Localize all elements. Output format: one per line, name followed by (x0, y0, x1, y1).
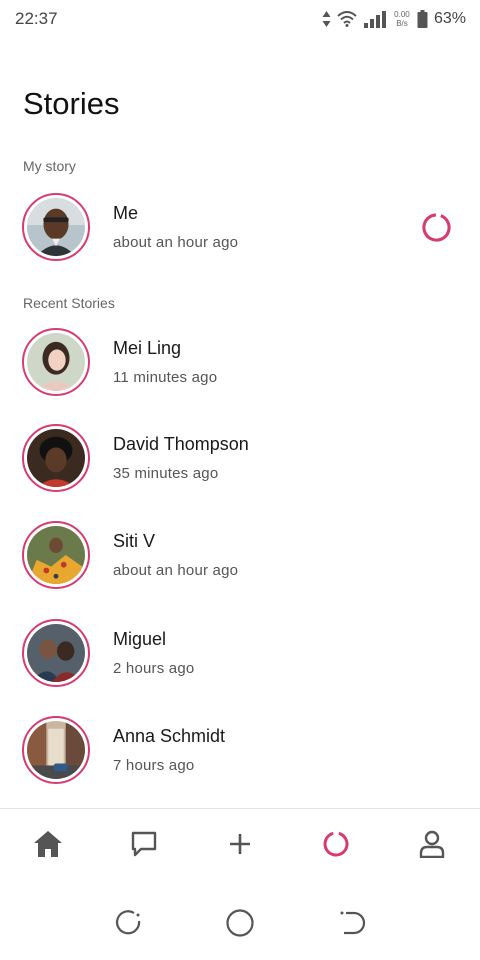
nav-add[interactable] (215, 822, 265, 872)
nav-profile[interactable] (407, 822, 457, 872)
list-item[interactable]: Mei Ling 11 minutes ago (0, 328, 480, 408)
story-name: David Thompson (113, 434, 249, 454)
status-time: 22:37 (15, 9, 58, 28)
list-item[interactable]: Anna Schmidt 7 hours ago (0, 716, 480, 796)
system-back-button[interactable] (332, 905, 372, 945)
list-item[interactable]: Siti V about an hour ago (0, 521, 480, 601)
signal-icon (363, 10, 387, 28)
list-item[interactable]: David Thompson 35 minutes ago (0, 424, 480, 504)
story-time: 11 minutes ago (113, 369, 218, 386)
my-story-row[interactable]: Me about an hour ago (0, 193, 480, 273)
story-name: Me (113, 203, 139, 223)
back-icon[interactable] (338, 909, 366, 942)
home-icon[interactable] (33, 830, 63, 863)
story-time: 2 hours ago (113, 660, 195, 677)
story-name: Mei Ling (113, 338, 182, 358)
page-title: Stories (23, 86, 120, 121)
net-speed: 0.00 B/s (393, 10, 411, 28)
chat-icon[interactable] (130, 830, 158, 863)
avatar-photo-me (27, 198, 85, 256)
avatar[interactable] (22, 521, 90, 589)
avatar[interactable] (22, 424, 90, 492)
avatar-photo (27, 526, 85, 584)
system-nav (0, 890, 480, 960)
net-speed-unit: B/s (396, 19, 408, 28)
nav-chat[interactable] (119, 822, 169, 872)
system-home-button[interactable] (220, 905, 260, 945)
story-time: about an hour ago (113, 562, 239, 579)
net-speed-value: 0.00 (394, 10, 410, 19)
story-name: Siti V (113, 531, 156, 551)
avatar[interactable] (22, 193, 90, 261)
story-time: 7 hours ago (113, 757, 195, 774)
add-icon[interactable] (228, 832, 252, 861)
recent-apps-button[interactable] (108, 905, 148, 945)
battery-percent: 63% (433, 10, 466, 27)
avatar[interactable] (22, 619, 90, 687)
recent-stories-section-label: Recent Stories (23, 295, 115, 311)
recent-apps-icon[interactable] (114, 909, 142, 942)
list-item[interactable]: Miguel 2 hours ago (0, 619, 480, 699)
home-circle-icon[interactable] (225, 908, 255, 943)
story-name: Anna Schmidt (113, 726, 226, 746)
story-time: 35 minutes ago (113, 465, 219, 482)
avatar[interactable] (22, 716, 90, 784)
avatar-photo (27, 624, 85, 682)
wifi-icon (337, 11, 357, 27)
story-progress-ring-icon (421, 212, 452, 243)
status-bar: 22:37 0.00 B/s 63% (0, 0, 480, 38)
avatar[interactable] (22, 328, 90, 396)
story-time: about an hour ago (113, 234, 239, 251)
story-name: Miguel (113, 629, 167, 649)
avatar-photo (27, 721, 85, 779)
avatar-photo (27, 429, 85, 487)
profile-icon[interactable] (419, 830, 445, 863)
battery-icon (417, 10, 428, 28)
status-icons: 0.00 B/s 63% (322, 10, 466, 28)
nav-home[interactable] (23, 822, 73, 872)
avatar-photo (27, 333, 85, 391)
bottom-nav (0, 808, 480, 886)
my-story-section-label: My story (23, 158, 76, 174)
data-arrows-icon (322, 11, 331, 27)
nav-stories[interactable] (311, 822, 361, 872)
stories-icon[interactable] (322, 830, 350, 863)
